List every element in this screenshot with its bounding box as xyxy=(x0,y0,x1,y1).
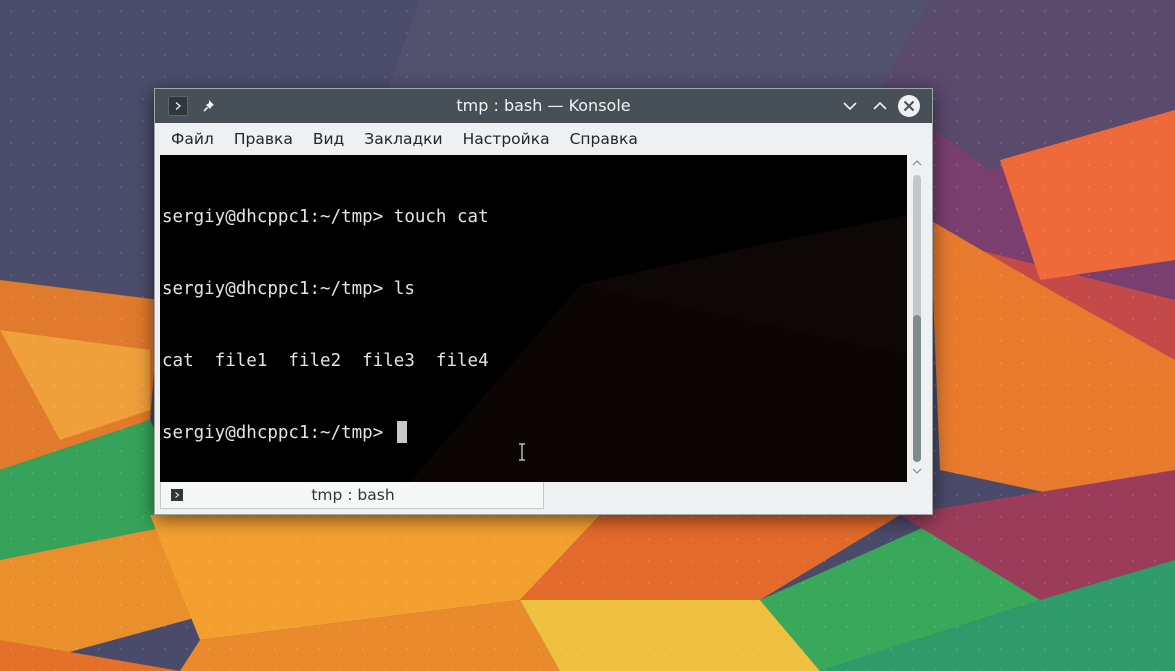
menu-settings[interactable]: Настройка xyxy=(453,123,560,155)
text-cursor xyxy=(396,421,407,443)
tab-label: tmp : bash xyxy=(311,486,395,504)
window-title: tmp : bash — Konsole xyxy=(456,96,631,115)
terminal-line: sergiy@dhcppc1:~/tmp> touch cat xyxy=(162,207,489,227)
menu-edit[interactable]: Правка xyxy=(224,123,303,155)
ibeam-cursor-icon xyxy=(519,443,525,461)
konsole-window: tmp : bash — Konsole Файл Правка Вид Зак… xyxy=(154,88,933,515)
chevron-down-icon xyxy=(843,102,857,111)
terminal-prompt: sergiy@dhcppc1:~/tmp> xyxy=(162,423,394,443)
maximize-button[interactable] xyxy=(870,96,890,116)
scroll-track[interactable] xyxy=(913,175,921,462)
menu-bar: Файл Правка Вид Закладки Настройка Справ… xyxy=(155,123,932,155)
terminal-prompt-line: sergiy@dhcppc1:~/tmp> xyxy=(162,421,489,445)
tab-tmp-bash[interactable]: tmp : bash xyxy=(160,482,544,509)
scroll-up-arrow-icon[interactable] xyxy=(912,159,922,167)
vertical-scrollbar[interactable] xyxy=(907,155,927,482)
menu-file[interactable]: Файл xyxy=(161,123,224,155)
terminal-output: sergiy@dhcppc1:~/tmp> touch cat sergiy@d… xyxy=(162,157,489,482)
pin-button[interactable] xyxy=(199,96,219,116)
close-icon xyxy=(903,100,915,112)
terminal-prompt-icon xyxy=(175,102,181,110)
terminal-area[interactable]: sergiy@dhcppc1:~/tmp> touch cat sergiy@d… xyxy=(160,155,907,482)
chevron-up-icon xyxy=(873,101,887,110)
menu-view[interactable]: Вид xyxy=(303,123,354,155)
close-button[interactable] xyxy=(898,95,920,117)
menu-help[interactable]: Справка xyxy=(560,123,648,155)
scroll-down-arrow-icon[interactable] xyxy=(912,467,922,475)
menu-bookmarks[interactable]: Закладки xyxy=(354,123,452,155)
minimize-button[interactable] xyxy=(840,96,860,116)
pin-icon xyxy=(203,100,214,112)
terminal-line: cat file1 file2 file3 file4 xyxy=(162,351,489,371)
scroll-thumb[interactable] xyxy=(913,315,921,462)
app-menu-button[interactable] xyxy=(168,96,188,116)
titlebar[interactable]: tmp : bash — Konsole xyxy=(155,89,932,123)
tab-bar: tmp : bash xyxy=(155,482,932,514)
terminal-line: sergiy@dhcppc1:~/tmp> ls xyxy=(162,279,415,299)
